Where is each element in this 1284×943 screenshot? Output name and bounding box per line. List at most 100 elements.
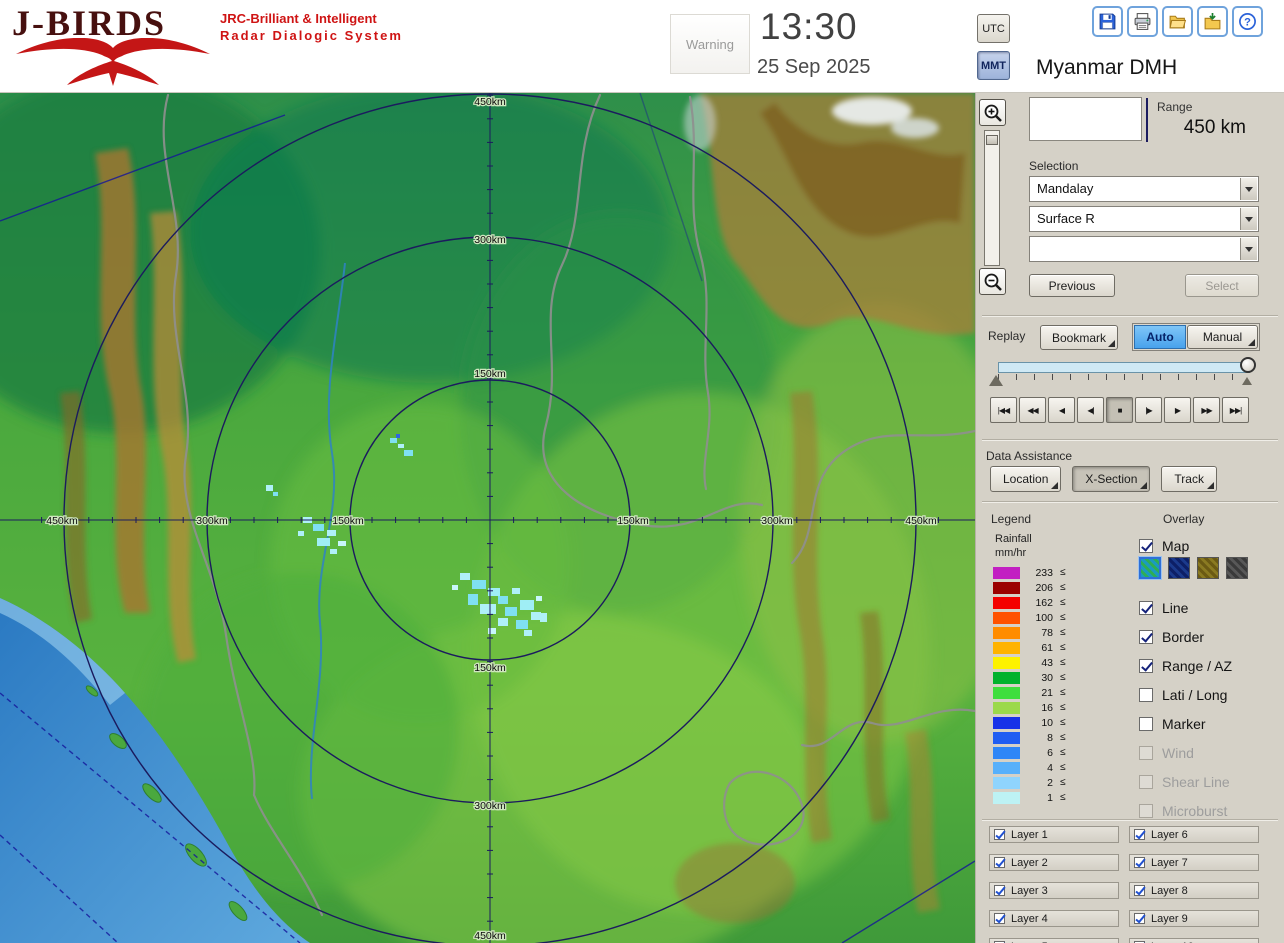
checkbox[interactable] (1139, 658, 1153, 673)
checkbox[interactable] (1139, 629, 1153, 644)
slider-track[interactable] (998, 362, 1250, 373)
auto-button[interactable]: Auto (1134, 325, 1186, 349)
layer-4-toggle[interactable]: Layer 4 (989, 910, 1119, 927)
x-section-button[interactable]: X-Section (1072, 466, 1151, 492)
layer-9-toggle[interactable]: Layer 9 (1129, 910, 1259, 927)
checkbox[interactable] (994, 857, 1005, 868)
checkbox[interactable] (994, 885, 1005, 896)
warning-indicator: Warning (670, 14, 750, 74)
overlay-label: Wind (1162, 744, 1194, 761)
layer-10-toggle[interactable]: Layer 10 (1129, 938, 1259, 943)
dropdown-arrow-icon[interactable] (1240, 208, 1257, 230)
checkbox[interactable] (1134, 913, 1145, 924)
print-button[interactable] (1127, 6, 1158, 37)
overlay-range-az[interactable]: Range / AZ (1139, 651, 1283, 680)
checkbox[interactable] (1139, 716, 1153, 731)
legend-row: 61 ≤ (993, 640, 1066, 655)
legend-value: 61 (1041, 641, 1053, 654)
layer-3-toggle[interactable]: Layer 3 (989, 882, 1119, 899)
slider-thumb[interactable] (1240, 357, 1256, 373)
overlay-lati-long[interactable]: Lati / Long (1139, 680, 1283, 709)
legend-row: 4 ≤ (993, 760, 1066, 775)
jbirds-app-window: J-BIRDS JRC-Brilliant & Intelligent Rada… (0, 0, 1284, 943)
checkbox (1139, 745, 1153, 760)
ring-label: 300km (474, 800, 506, 812)
previous-button[interactable]: Previous (1029, 274, 1115, 297)
separator (982, 315, 1278, 317)
map-style-olive-swatch[interactable] (1197, 557, 1219, 579)
layer-5-toggle[interactable]: Layer 5 (989, 938, 1119, 943)
layers-column-left: Layer 1 Layer 2 Layer 3 Layer 4 Layer 5 (989, 826, 1119, 943)
legend-color-swatch (993, 761, 1020, 774)
save-icon (1099, 13, 1116, 30)
layer-7-toggle[interactable]: Layer 7 (1129, 854, 1259, 871)
skip-to-end-button[interactable]: ▶▶| (1222, 397, 1249, 423)
track-button[interactable]: Track (1161, 466, 1217, 492)
selection-label: Selection (1029, 159, 1079, 173)
map-style-dark-swatch[interactable] (1226, 557, 1248, 579)
dropdown-value: Mandalay (1037, 181, 1094, 196)
slider-ticks (998, 374, 1250, 380)
layer-1-toggle[interactable]: Layer 1 (989, 826, 1119, 843)
checkbox[interactable] (994, 913, 1005, 924)
legend-row: 6 ≤ (993, 745, 1066, 760)
play-button[interactable]: ▶ (1164, 397, 1191, 423)
layer-6-toggle[interactable]: Layer 6 (1129, 826, 1259, 843)
ring-label: 150km (617, 515, 649, 527)
overlay-marker[interactable]: Marker (1139, 709, 1283, 738)
help-button[interactable]: ? (1232, 6, 1263, 37)
zoom-out-icon (984, 273, 1002, 291)
selection-dropdown-1[interactable]: Mandalay (1029, 176, 1259, 202)
checkbox[interactable] (1139, 539, 1153, 553)
skip-to-start-button[interactable]: |◀◀ (990, 397, 1017, 423)
zoom-out-button[interactable] (979, 268, 1006, 295)
overlay-line[interactable]: Line (1139, 593, 1283, 622)
legend-row: 206 ≤ (993, 580, 1066, 595)
export-button[interactable] (1197, 6, 1228, 37)
radar-map-display[interactable]: 450km 300km 150km 150km 300km 450km 450k… (0, 93, 975, 943)
location-button[interactable]: Location (990, 466, 1062, 492)
overlay-label: Border (1162, 628, 1205, 645)
map-style-terrain-swatch[interactable] (1139, 557, 1161, 579)
legend-value: 6 (1047, 746, 1053, 759)
checkbox[interactable] (1139, 600, 1153, 615)
dropdown-arrow-icon[interactable] (1240, 238, 1257, 260)
mmt-button[interactable]: MMT (977, 51, 1010, 80)
checkbox[interactable] (1134, 885, 1145, 896)
checkbox[interactable] (994, 829, 1005, 840)
fast-forward-button[interactable]: ▶▶ (1193, 397, 1220, 423)
open-folder-button[interactable] (1162, 6, 1193, 37)
selection-dropdown-2[interactable]: Surface R (1029, 206, 1259, 232)
print-icon (1134, 13, 1151, 30)
checkbox[interactable] (1134, 857, 1145, 868)
manual-button[interactable]: Manual (1187, 325, 1258, 349)
stop-button[interactable]: ■ (1106, 397, 1133, 423)
checkbox[interactable] (1139, 687, 1153, 702)
zoom-in-button[interactable] (979, 99, 1006, 126)
legend-value: 1 (1047, 791, 1053, 804)
layer-2-toggle[interactable]: Layer 2 (989, 854, 1119, 871)
overlay-map[interactable]: Map (1139, 535, 1189, 557)
eagle-logo-icon (16, 38, 210, 86)
map-style-swatches (1119, 557, 1248, 579)
bookmark-button[interactable]: Bookmark (1040, 325, 1118, 350)
rainfall-legend: 233 ≤206 ≤162 ≤100 ≤78 ≤61 ≤43 ≤30 ≤21 ≤16 ≤10 ≤8 ≤6… (993, 565, 1066, 805)
selection-dropdown-3[interactable] (1029, 236, 1259, 262)
layer-8-toggle[interactable]: Layer 8 (1129, 882, 1259, 899)
step-forward-button[interactable]: |▶ (1135, 397, 1162, 423)
utc-button[interactable]: UTC (977, 14, 1010, 43)
zoom-slider[interactable] (984, 130, 1000, 266)
map-style-navy-swatch[interactable] (1168, 557, 1190, 579)
select-button[interactable]: Select (1185, 274, 1259, 297)
save-button[interactable] (1092, 6, 1123, 37)
replay-timeline-slider[interactable] (988, 355, 1273, 391)
step-back-button[interactable]: ◀| (1077, 397, 1104, 423)
layer-label: Layer 7 (1151, 856, 1188, 869)
dropdown-arrow-icon[interactable] (1240, 178, 1257, 200)
play-reverse-button[interactable]: ◀ (1048, 397, 1075, 423)
fast-rewind-button[interactable]: ◀◀ (1019, 397, 1046, 423)
zoom-slider-thumb[interactable] (986, 135, 998, 145)
overlay-border[interactable]: Border (1139, 622, 1283, 651)
checkbox[interactable] (1134, 829, 1145, 840)
legend-value: 16 (1041, 701, 1053, 714)
